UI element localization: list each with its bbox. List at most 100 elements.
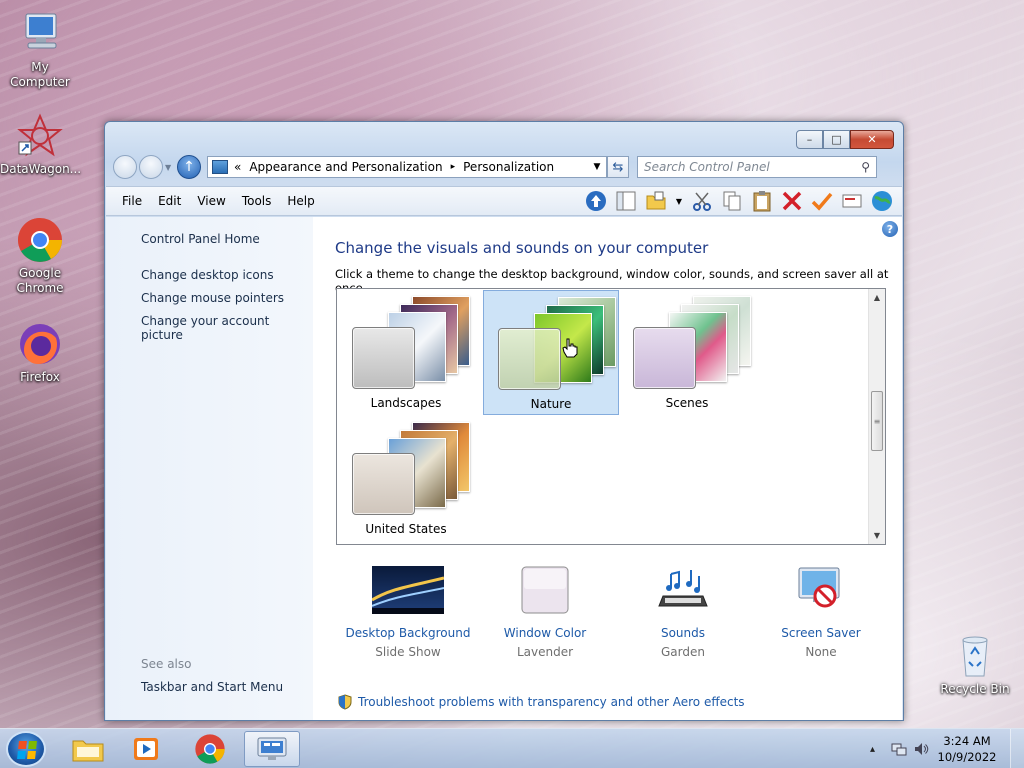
clock[interactable]: 3:24 AM 10/9/2022: [932, 733, 1002, 765]
address-dropdown[interactable]: ▼: [588, 162, 606, 172]
menu-tools[interactable]: Tools: [234, 194, 280, 208]
sidebar: Control Panel Home Change desktop icons …: [106, 217, 313, 720]
change-account-picture-link[interactable]: Change your account picture: [141, 314, 313, 342]
show-hidden-icons-button[interactable]: ▴: [870, 744, 888, 755]
theme-preview: [633, 296, 753, 391]
setting-label[interactable]: Sounds: [613, 626, 753, 640]
theme-list[interactable]: Landscapes Nature Scenes United States ▲…: [336, 288, 886, 545]
media-player-icon: [134, 738, 158, 760]
troubleshoot-text[interactable]: Troubleshoot problems with transparency …: [358, 695, 745, 709]
sounds-icon: [658, 570, 708, 607]
troubleshoot-link[interactable]: Troubleshoot problems with transparency …: [338, 694, 745, 710]
up-arrow-icon[interactable]: [584, 189, 608, 213]
desktop-icon-label: DataWagon...: [0, 162, 82, 176]
start-button[interactable]: [6, 731, 46, 767]
setting-label[interactable]: Window Color: [475, 626, 615, 640]
copy-icon[interactable]: [720, 189, 744, 213]
windows-logo-icon: [17, 741, 37, 759]
show-desktop-button[interactable]: [1010, 729, 1024, 768]
clock-date: 10/9/2022: [937, 750, 997, 764]
window-color-setting[interactable]: Window Color Lavender: [475, 565, 615, 659]
breadcrumb-personalization[interactable]: Personalization: [463, 160, 554, 174]
theme-nature[interactable]: Nature: [483, 290, 619, 415]
search-placeholder: Search Control Panel: [644, 160, 770, 174]
desktop-background-setting[interactable]: Desktop Background Slide Show: [338, 565, 478, 659]
scroll-thumb[interactable]: ≡: [871, 391, 883, 451]
search-icon[interactable]: ⚲: [861, 160, 870, 174]
recycle-bin-icon: [951, 632, 999, 680]
close-button[interactable]: ✕: [850, 130, 894, 149]
control-panel-icon: [257, 737, 287, 760]
taskbar-chrome-button[interactable]: [182, 731, 238, 767]
folder-options-icon[interactable]: [644, 189, 668, 213]
desktop-icon-label: Recycle Bin: [940, 682, 1010, 696]
scroll-down-arrow[interactable]: ▼: [869, 527, 885, 544]
control-panel-home-link[interactable]: Control Panel Home: [141, 232, 260, 246]
setting-value: Garden: [661, 645, 705, 659]
breadcrumb-separator[interactable]: ▸: [451, 162, 456, 172]
desktop-icon-firefox[interactable]: Firefox: [0, 320, 80, 385]
desktop-icon-label: Google Chrome: [16, 266, 64, 295]
sounds-setting[interactable]: Sounds Garden: [613, 565, 753, 659]
menu-file[interactable]: File: [114, 194, 150, 208]
checkmark-icon[interactable]: [810, 189, 834, 213]
minimize-button[interactable]: –: [796, 130, 823, 149]
taskbar-control-panel-button[interactable]: [244, 731, 300, 767]
theme-united-states[interactable]: United States: [338, 416, 474, 541]
change-desktop-icons-link[interactable]: Change desktop icons: [141, 268, 274, 282]
scroll-up-arrow[interactable]: ▲: [869, 289, 885, 306]
screen-saver-setting[interactable]: Screen Saver None: [751, 565, 891, 659]
paste-icon[interactable]: [750, 189, 774, 213]
network-icon[interactable]: [888, 741, 910, 757]
desktop-icon-google-chrome[interactable]: Google Chrome: [0, 216, 80, 296]
theme-list-scrollbar[interactable]: ▲ ≡ ▼: [868, 289, 885, 544]
delete-icon[interactable]: [780, 189, 804, 213]
volume-icon[interactable]: [910, 741, 932, 757]
taskbar: ▴ 3:24 AM 10/9/2022: [0, 728, 1024, 768]
desktop-icon-my-computer[interactable]: My Computer: [0, 10, 80, 90]
search-input[interactable]: Search Control Panel ⚲: [637, 156, 877, 178]
theme-landscapes[interactable]: Landscapes: [338, 290, 474, 415]
desktop-background-icon: [371, 566, 445, 614]
refresh-button[interactable]: ⇆: [607, 156, 629, 178]
hand-cursor-icon: [562, 338, 578, 358]
chrome-icon: [195, 734, 225, 764]
theme-preview: [498, 297, 618, 392]
taskbar-explorer-button[interactable]: [60, 731, 116, 767]
taskbar-media-player-button[interactable]: [118, 731, 174, 767]
cut-icon[interactable]: [690, 189, 714, 213]
pane-icon[interactable]: [614, 189, 638, 213]
address-prefix[interactable]: «: [234, 160, 241, 174]
forward-button[interactable]: [139, 155, 163, 179]
menu-view[interactable]: View: [189, 194, 233, 208]
theme-preview: [352, 422, 472, 517]
desktop-icon-datawagon[interactable]: DataWagon...: [0, 112, 82, 177]
globe-icon[interactable]: [870, 189, 894, 213]
desktop-icon-recycle-bin[interactable]: Recycle Bin: [935, 632, 1015, 697]
shield-icon: [338, 694, 352, 710]
menu-edit[interactable]: Edit: [150, 194, 189, 208]
help-icon[interactable]: ?: [882, 221, 898, 237]
datawagon-icon: [16, 112, 64, 160]
taskbar-start-menu-link[interactable]: Taskbar and Start Menu: [141, 680, 283, 694]
maximize-button[interactable]: □: [823, 130, 850, 149]
chrome-icon: [16, 216, 64, 264]
setting-label[interactable]: Desktop Background: [338, 626, 478, 640]
change-mouse-pointers-link[interactable]: Change mouse pointers: [141, 291, 284, 305]
desktop-icon-label: My Computer: [10, 60, 70, 89]
theme-label: United States: [365, 522, 447, 536]
up-level-button[interactable]: ↑: [177, 155, 201, 179]
setting-label[interactable]: Screen Saver: [751, 626, 891, 640]
back-button[interactable]: [113, 155, 137, 179]
properties-icon[interactable]: [840, 189, 864, 213]
content-area: Control Panel Home Change desktop icons …: [106, 217, 902, 720]
theme-scenes[interactable]: Scenes: [619, 290, 755, 415]
breadcrumb-appearance[interactable]: Appearance and Personalization: [249, 160, 442, 174]
address-bar[interactable]: « Appearance and Personalization ▸ Perso…: [207, 156, 607, 178]
recent-pages-dropdown[interactable]: ▼: [165, 163, 177, 172]
menu-help[interactable]: Help: [279, 194, 322, 208]
chevron-down-icon[interactable]: ▼: [674, 189, 684, 213]
see-also-heading: See also: [141, 657, 192, 671]
desktop-icon-label: Firefox: [20, 370, 60, 384]
theme-label: Landscapes: [370, 396, 442, 410]
